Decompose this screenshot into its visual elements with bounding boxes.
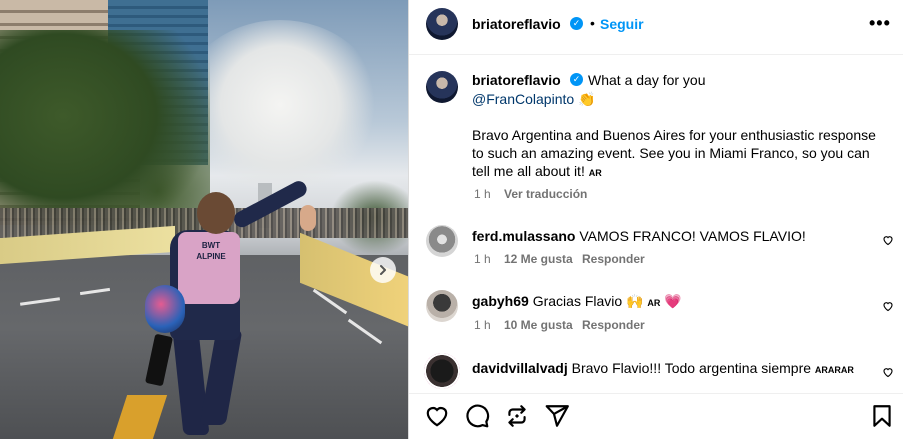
reply-button[interactable]: Responder <box>582 252 645 266</box>
comment-text: VAMOS FRANCO! VAMOS FLAVIO! <box>579 228 806 244</box>
comment-time: 1 h <box>474 318 491 332</box>
verified-icon: ✓ <box>570 17 583 30</box>
flag-emojis: ARARAR <box>814 365 854 375</box>
action-bar <box>409 393 903 439</box>
comment-likes[interactable]: 10 Me gusta <box>504 318 573 332</box>
caption-avatar[interactable] <box>426 71 458 103</box>
vest-text: BWT ALPINE <box>196 241 226 261</box>
header-username[interactable]: briatoreflavio <box>472 16 561 32</box>
reply-button[interactable]: Responder <box>582 318 645 332</box>
post-panel: briatoreflavio ✓ • Seguir ••• briatorefl… <box>408 0 903 439</box>
avatar[interactable] <box>426 8 458 40</box>
comment-username[interactable]: gabyh69 <box>472 293 529 309</box>
like-comment-heart-icon[interactable] <box>882 234 894 246</box>
flag-emoji: AR <box>588 168 602 178</box>
separator-dot: • <box>590 15 595 31</box>
driver-head <box>197 192 235 234</box>
more-options-icon[interactable]: ••• <box>869 13 891 34</box>
follow-button[interactable]: Seguir <box>600 16 644 32</box>
comment-username[interactable]: davidvillalvadj <box>472 360 568 376</box>
comment-text-line: davidvillalvadj Bravo Flavio!!! Todo arg… <box>472 359 854 379</box>
like-comment-heart-icon[interactable] <box>882 300 894 312</box>
post-header: briatoreflavio ✓ • Seguir ••• <box>409 0 903 55</box>
verified-icon: ✓ <box>570 73 583 86</box>
driver-hand <box>300 205 316 231</box>
translate-link[interactable]: Ver traducción <box>504 187 587 201</box>
caption-line: tell me all about it! AR <box>472 162 602 182</box>
heart-emoji: 💗 <box>664 293 682 309</box>
flag-emoji: AR <box>647 298 661 308</box>
comment-avatar[interactable] <box>426 290 458 322</box>
mention-link[interactable]: @FranColapinto <box>472 91 574 107</box>
helmet <box>145 285 185 333</box>
comment-username[interactable]: ferd.mulassano <box>472 228 575 244</box>
comment-text: Bravo Flavio!!! Todo argentina siempre <box>571 360 812 376</box>
comment-text-line: gabyh69 Gracias Flavio 🙌 AR 💗 <box>472 292 682 312</box>
caption-mention-line: @FranColapinto 👏 <box>472 90 595 108</box>
comment-avatar[interactable] <box>426 225 458 257</box>
heart-icon[interactable] <box>424 403 450 429</box>
share-icon[interactable] <box>504 403 530 429</box>
comment-avatar-story[interactable] <box>424 353 460 389</box>
caption-text: tell me all about it! <box>472 163 585 179</box>
like-comment-heart-icon[interactable] <box>882 366 894 378</box>
caption-time: 1 h <box>474 187 491 201</box>
comment-time: 1 h <box>474 252 491 266</box>
comment-text-line: ferd.mulassano VAMOS FRANCO! VAMOS FLAVI… <box>472 227 806 245</box>
raised-hands-emoji: 🙌 <box>626 293 644 309</box>
caption-line: Bravo Argentina and Buenos Aires for you… <box>472 127 876 143</box>
clouds <box>180 20 380 190</box>
caption-username[interactable]: briatoreflavio <box>472 72 561 88</box>
chevron-right-icon <box>380 265 386 275</box>
comment-likes[interactable]: 12 Me gusta <box>504 252 573 266</box>
bookmark-icon[interactable] <box>869 403 895 429</box>
post-photo[interactable]: BWT ALPINE <box>0 0 408 439</box>
comment-icon[interactable] <box>464 403 490 429</box>
next-photo-button[interactable] <box>370 257 396 283</box>
clap-emoji: 👏 <box>578 91 596 107</box>
comment-text: Gracias Flavio <box>532 293 623 309</box>
caption-line: What a day for you <box>588 72 706 88</box>
caption-line: to such an amazing event. See you in Mia… <box>472 145 870 161</box>
send-icon[interactable] <box>544 403 570 429</box>
